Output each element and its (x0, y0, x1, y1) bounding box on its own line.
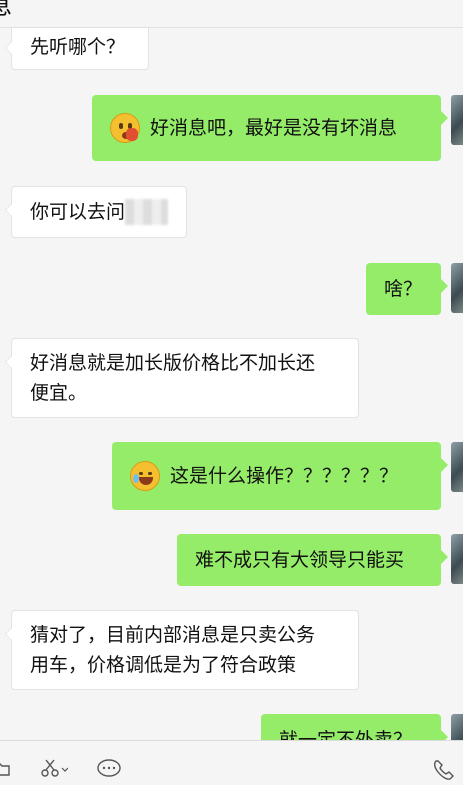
message-text: 你可以去问 (30, 201, 126, 223)
message-incoming[interactable]: 你可以去问 (5, 186, 187, 238)
message-outgoing[interactable]: 啥？ (366, 263, 448, 315)
message-outgoing[interactable]: 难不成只有大领导只能买 (177, 534, 448, 586)
redacted-blur (125, 199, 168, 225)
message-outgoing[interactable]: 这是什么操作？？？？？？ (112, 442, 448, 510)
input-toolbar (0, 740, 463, 781)
message-line: 好消息就是加长版价格比不加长还 (30, 352, 316, 374)
chat-bubble-icon[interactable] (96, 759, 122, 783)
my-avatar[interactable] (451, 95, 463, 145)
message-line: 猜对了，目前内部消息是只卖公务 (30, 624, 316, 646)
message-line: 便宜。 (30, 382, 88, 404)
message-text: 好消息吧，最好是没有坏消息 (150, 117, 398, 139)
message-outgoing[interactable]: 好消息吧，最好是没有坏消息 (92, 95, 448, 161)
folder-icon[interactable] (0, 759, 10, 781)
message-text: 这是什么操作？？？？？？ (170, 465, 399, 487)
my-avatar[interactable] (451, 534, 463, 584)
scissors-icon[interactable] (40, 759, 69, 781)
phone-icon[interactable] (432, 759, 456, 785)
chat-header: 息 (0, 0, 463, 28)
message-incoming[interactable]: 好消息就是加长版价格比不加长还 便宜。 (5, 338, 359, 418)
message-text: 先听哪个？ (30, 36, 126, 58)
message-outgoing[interactable]: 就一定不外卖？ (261, 714, 448, 740)
message-list[interactable]: 先听哪个？ 好消息吧，最好是没有坏消息 你可以去问 啥？ 好消息就是加长版价格比… (0, 28, 463, 740)
message-line: 用车，价格调低是为了符合政策 (30, 654, 297, 676)
zipper-mouth-bloody-hand-emoji (110, 113, 140, 143)
message-incoming[interactable]: 先听哪个？ (5, 28, 149, 70)
chat-title: 息 (0, 0, 12, 21)
tears-of-joy-emoji (130, 461, 160, 491)
message-text: 难不成只有大领导只能买 (195, 549, 405, 571)
message-text: 就一定不外卖？ (279, 729, 413, 740)
message-text: 啥？ (384, 278, 423, 300)
my-avatar[interactable] (451, 714, 463, 740)
message-incoming[interactable]: 猜对了，目前内部消息是只卖公务 用车，价格调低是为了符合政策 (5, 610, 359, 690)
my-avatar[interactable] (451, 442, 463, 492)
my-avatar[interactable] (451, 263, 463, 313)
